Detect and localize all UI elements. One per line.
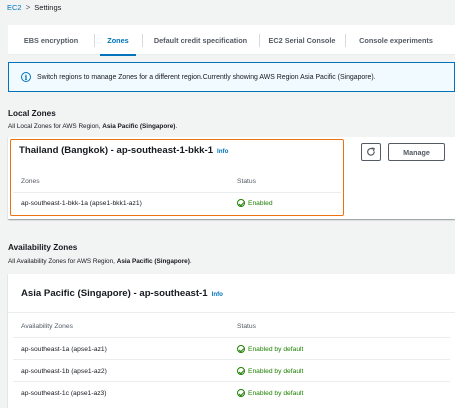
check-circle-icon [237,367,245,375]
status-text: Enabled [248,199,273,207]
tab-console-experiments[interactable]: Console experiments [345,25,447,55]
status-badge: Enabled by default [237,389,303,397]
check-circle-icon [237,389,245,397]
status-text: Enabled by default [248,367,304,375]
breadcrumb: EC2 > Settings [7,3,61,12]
local-zone-group-title: Thailand (Bangkok) - ap-southeast-1-bkk-… [19,145,228,156]
tab-ec2-serial-console[interactable]: EC2 Serial Console [259,25,345,55]
col-header-status: Status [237,323,256,330]
desc-region: Asia Pacific (Singapore) [102,123,176,130]
region-info-alert: i Switch regions to manage Zones for a d… [8,62,455,92]
group-title-text: Asia Pacific (Singapore) - ap-southeast-… [21,288,208,299]
status-text: Enabled by default [248,345,304,353]
desc-region: Asia Pacific (Singapore) [116,258,190,265]
breadcrumb-ec2-link[interactable]: EC2 [7,3,22,12]
status-text: Enabled by default [248,389,304,397]
row-divider [13,381,450,382]
table-row-zone: ap-southeast-1-bkk-1a (apse1-bkk1-az1) [21,200,142,207]
status-badge: Enabled by default [237,345,303,353]
col-header-availability-zones: Availability Zones [21,323,73,330]
table-row-zone: ap-southeast-1c (apse1-az3) [21,390,107,397]
row-divider [13,359,450,360]
refresh-button[interactable] [361,143,381,161]
col-header-status: Status [237,178,256,185]
col-header-zones: Zones [21,178,40,185]
refresh-icon [367,147,375,156]
table-row-zone: ap-southeast-1b (apse1-az2) [21,368,107,375]
status-badge: Enabled by default [237,367,303,375]
local-zones-heading: Local Zones [8,109,56,118]
info-link[interactable]: Info [217,148,228,155]
row-divider [13,337,450,338]
availability-zones-description: All Availability Zones for AWS Region, A… [8,258,192,265]
availability-zones-heading: Availability Zones [8,243,78,252]
availability-zone-group-title: Asia Pacific (Singapore) - ap-southeast-… [21,288,223,299]
tab-default-credit-specification[interactable]: Default credit specification [142,25,259,55]
tab-ebs-encryption[interactable]: EBS encryption [8,25,94,55]
desc-prefix: All Availability Zones for AWS Region, [8,258,117,265]
desc-suffix: . [189,258,192,265]
info-icon: i [21,72,31,82]
alert-text: Switch regions to manage Zones for a dif… [37,73,376,81]
info-link[interactable]: Info [212,291,223,298]
check-circle-icon [237,345,245,353]
group-title-text: Thailand (Bangkok) - ap-southeast-1-bkk-… [19,145,214,156]
check-circle-icon [237,199,245,207]
breadcrumb-current: Settings [34,3,62,12]
desc-suffix: . [175,123,178,130]
card-header-divider [8,312,455,313]
chevron-right-icon: > [25,3,31,12]
desc-prefix: All Local Zones for AWS Region, [8,123,103,130]
status-badge: Enabled [237,199,273,207]
settings-tabs: EBS encryption Zones Default credit spec… [8,25,455,56]
table-row-zone: ap-southeast-1a (apse1-az1) [21,346,107,353]
local-zones-description: All Local Zones for AWS Region, Asia Pac… [8,123,177,130]
manage-button[interactable]: Manage [388,143,445,161]
row-divider [13,192,341,193]
tab-zones[interactable]: Zones [94,25,142,56]
